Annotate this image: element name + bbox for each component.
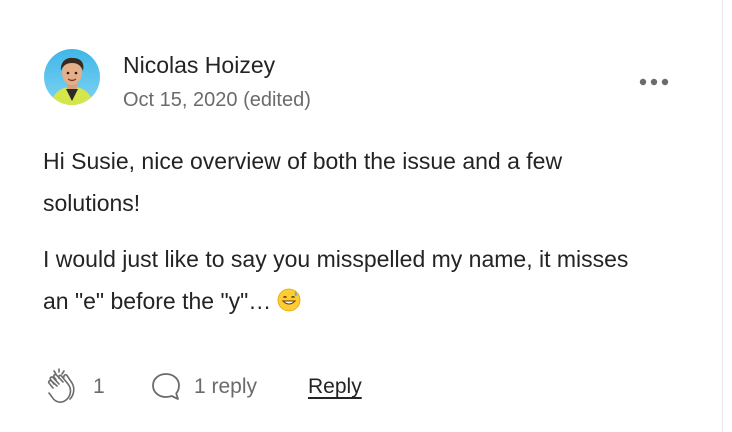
comment-date[interactable]: Oct 15, 2020 (edited) xyxy=(123,86,311,114)
grinning-face-with-sweat-icon xyxy=(277,283,301,325)
speech-bubble-icon xyxy=(152,373,180,400)
comment-card: Nicolas Hoizey Oct 15, 2020 (edited) Hi … xyxy=(0,0,722,432)
clap-count: 1 xyxy=(93,375,105,398)
reply-button[interactable]: Reply xyxy=(308,373,362,401)
clap-button[interactable] xyxy=(44,366,84,406)
clap-icon xyxy=(47,368,75,403)
responses-label: 1 reply xyxy=(194,375,258,398)
comment-paragraph-text: I would just like to say you misspelled … xyxy=(43,246,629,314)
right-divider xyxy=(722,0,723,432)
responses-button[interactable]: 1 reply xyxy=(150,370,257,404)
comment-paragraph: I would just like to say you misspelled … xyxy=(43,238,643,325)
comment-footer: 1 1 reply Reply xyxy=(0,366,722,410)
comment-body: Hi Susie, nice overview of both the issu… xyxy=(43,140,643,339)
author-avatar[interactable] xyxy=(44,49,100,105)
author-name[interactable]: Nicolas Hoizey xyxy=(123,50,275,80)
user-avatar-photo xyxy=(44,49,100,105)
more-options-button[interactable] xyxy=(636,68,672,96)
more-horizontal-icon xyxy=(639,78,669,86)
comment-paragraph: Hi Susie, nice overview of both the issu… xyxy=(43,148,563,216)
